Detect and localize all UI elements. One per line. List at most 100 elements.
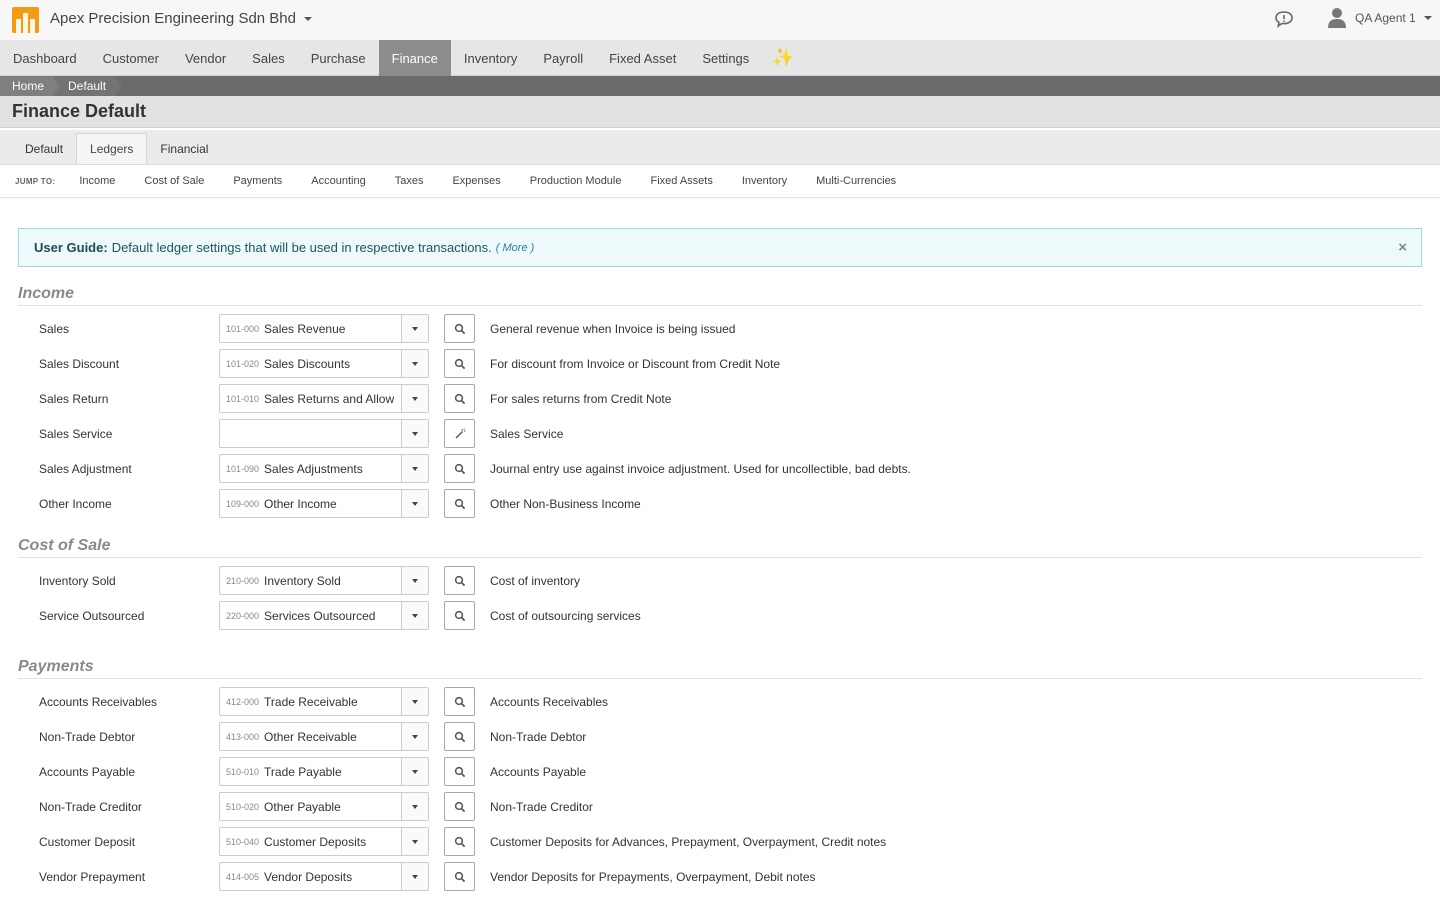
- dropdown-toggle[interactable]: [401, 420, 428, 447]
- dropdown-toggle[interactable]: [401, 863, 428, 890]
- account-name: Customer Deposits: [264, 834, 367, 849]
- jump-link-cost-of-sale[interactable]: Cost of Sale: [144, 175, 204, 187]
- magic-wand-button[interactable]: [444, 419, 475, 448]
- account-select[interactable]: 220-000 Services Outsourced: [219, 601, 429, 630]
- nav-item-purchase[interactable]: Purchase: [298, 40, 379, 76]
- user-name: QA Agent 1: [1355, 11, 1416, 25]
- search-button[interactable]: [444, 601, 475, 630]
- nav-item-dashboard[interactable]: Dashboard: [0, 40, 90, 76]
- search-button[interactable]: [444, 827, 475, 856]
- search-icon: [454, 358, 466, 370]
- breadcrumb-home[interactable]: Home: [0, 76, 61, 96]
- user-menu[interactable]: QA Agent 1: [1327, 7, 1432, 29]
- nav-item-payroll[interactable]: Payroll: [530, 40, 596, 76]
- dropdown-toggle[interactable]: [401, 567, 428, 594]
- nav-item-finance[interactable]: Finance: [378, 40, 451, 76]
- account-select[interactable]: 101-010 Sales Returns and Allow: [219, 384, 429, 413]
- search-button[interactable]: [444, 349, 475, 378]
- account-select[interactable]: 510-040 Customer Deposits: [219, 827, 429, 856]
- nav-item-sales[interactable]: Sales: [239, 40, 298, 76]
- breadcrumb-default[interactable]: Default: [52, 76, 123, 96]
- dropdown-toggle[interactable]: [401, 828, 428, 855]
- dropdown-toggle[interactable]: [401, 758, 428, 785]
- magic-wand-icon: [454, 427, 466, 440]
- search-button[interactable]: [444, 314, 475, 343]
- chevron-down-icon: [412, 699, 418, 704]
- ledger-description: Vendor Deposits for Prepayments, Overpay…: [490, 869, 816, 884]
- search-button[interactable]: [444, 757, 475, 786]
- dropdown-toggle[interactable]: [401, 455, 428, 482]
- nav-item-fixed-asset[interactable]: Fixed Asset: [596, 40, 689, 76]
- account-select[interactable]: 510-010 Trade Payable: [219, 757, 429, 786]
- page-title: Finance Default: [12, 101, 147, 121]
- tab-default[interactable]: Default: [12, 133, 76, 164]
- sparkle-icon[interactable]: ✨: [762, 40, 804, 75]
- search-button[interactable]: [444, 862, 475, 891]
- account-name: Sales Returns and Allow: [264, 391, 395, 406]
- chevron-down-icon: [412, 578, 418, 583]
- dropdown-toggle[interactable]: [401, 723, 428, 750]
- tab-ledgers[interactable]: Ledgers: [76, 133, 148, 164]
- search-button[interactable]: [444, 384, 475, 413]
- dropdown-toggle[interactable]: [401, 385, 428, 412]
- dropdown-toggle[interactable]: [401, 315, 428, 342]
- dropdown-toggle[interactable]: [401, 602, 428, 629]
- chevron-down-icon: [412, 874, 418, 879]
- ledger-row-sales: Sales 101-000 Sales Revenue General revenue…: [18, 311, 1422, 346]
- search-button[interactable]: [444, 566, 475, 595]
- jump-link-multi-currencies[interactable]: Multi-Currencies: [816, 175, 896, 187]
- chevron-down-icon: [412, 501, 418, 506]
- search-button[interactable]: [444, 687, 475, 716]
- ledger-row-inventory-sold: Inventory Sold 210-000 Inventory Sold Cost …: [18, 563, 1422, 598]
- ledger-description: Accounts Payable: [490, 764, 587, 779]
- ledger-row-accounts-payable: Accounts Payable 510-010 Trade Payable Acco…: [18, 754, 1422, 789]
- account-select[interactable]: 101-090 Sales Adjustments: [219, 454, 429, 483]
- dropdown-toggle[interactable]: [401, 688, 428, 715]
- jump-link-inventory[interactable]: Inventory: [742, 175, 787, 187]
- account-name: Vendor Deposits: [264, 869, 353, 884]
- search-button[interactable]: [444, 792, 475, 821]
- jump-link-payments[interactable]: Payments: [233, 175, 282, 187]
- search-icon: [454, 323, 466, 335]
- tab-financial[interactable]: Financial: [147, 133, 221, 164]
- jump-link-accounting[interactable]: Accounting: [311, 175, 365, 187]
- search-button[interactable]: [444, 454, 475, 483]
- dropdown-toggle[interactable]: [401, 793, 428, 820]
- search-button[interactable]: [444, 722, 475, 751]
- ledger-description: For sales returns from Credit Note: [490, 391, 672, 406]
- guide-more-link[interactable]: ( More ): [496, 242, 535, 254]
- nav-item-customer[interactable]: Customer: [90, 40, 172, 76]
- account-name: Sales Discounts: [264, 356, 351, 371]
- app-logo[interactable]: [12, 7, 39, 33]
- account-select[interactable]: 414-005 Vendor Deposits: [219, 862, 429, 891]
- account-select[interactable]: 101-020 Sales Discounts: [219, 349, 429, 378]
- account-select[interactable]: [219, 419, 429, 448]
- search-icon: [454, 463, 466, 475]
- search-icon: [454, 871, 466, 883]
- ledger-label: Non-Trade Debtor: [39, 729, 136, 744]
- jump-link-income[interactable]: Income: [79, 175, 115, 187]
- company-switcher[interactable]: Apex Precision Engineering Sdn Bhd: [50, 10, 312, 27]
- nav-item-inventory[interactable]: Inventory: [451, 40, 530, 76]
- ledger-label: Sales Service: [39, 426, 113, 441]
- dropdown-toggle[interactable]: [401, 350, 428, 377]
- jump-link-taxes[interactable]: Taxes: [395, 175, 424, 187]
- jump-link-production-module[interactable]: Production Module: [530, 175, 622, 187]
- account-select[interactable]: 101-000 Sales Revenue: [219, 314, 429, 343]
- ledger-row-vendor-prepayment: Vendor Prepayment 414-005 Vendor Deposits V…: [18, 859, 1422, 894]
- search-icon: [454, 575, 466, 587]
- account-select[interactable]: 413-000 Other Receivable: [219, 722, 429, 751]
- jump-link-expenses[interactable]: Expenses: [452, 175, 500, 187]
- search-button[interactable]: [444, 489, 475, 518]
- close-icon[interactable]: ×: [1398, 239, 1407, 256]
- chevron-down-icon: [412, 769, 418, 774]
- nav-item-vendor[interactable]: Vendor: [172, 40, 239, 76]
- nav-item-settings[interactable]: Settings: [689, 40, 762, 76]
- account-select[interactable]: 210-000 Inventory Sold: [219, 566, 429, 595]
- account-select[interactable]: 109-000 Other Income: [219, 489, 429, 518]
- chat-icon[interactable]: [1274, 10, 1294, 28]
- account-select[interactable]: 510-020 Other Payable: [219, 792, 429, 821]
- account-select[interactable]: 412-000 Trade Receivable: [219, 687, 429, 716]
- dropdown-toggle[interactable]: [401, 490, 428, 517]
- jump-link-fixed-assets[interactable]: Fixed Assets: [651, 175, 713, 187]
